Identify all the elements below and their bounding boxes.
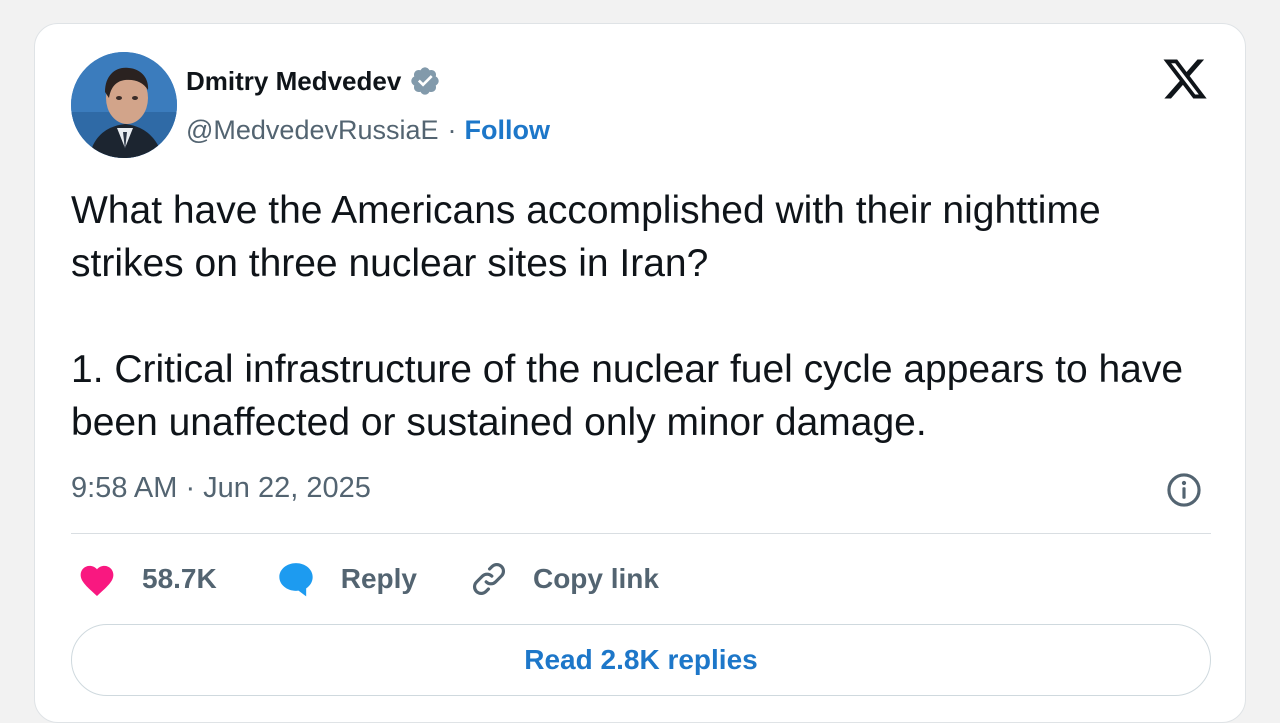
heart-icon	[80, 565, 114, 597]
reply-label: Reply	[340, 563, 417, 594]
author-handle[interactable]: @MedvedevRussiaE	[186, 113, 439, 147]
author-row: Dmitry Medvedev	[186, 65, 441, 97]
tweet-text: What have the Americans accomplished wit…	[71, 184, 1221, 449]
handle-row: @MedvedevRussiaE · Follow	[186, 113, 550, 147]
link-icon	[473, 563, 505, 595]
separator-dot: ·	[447, 115, 457, 145]
tweet-card: Dmitry Medvedev @MedvedevRussiaE · Follo…	[34, 23, 1246, 723]
x-logo-icon[interactable]	[1161, 55, 1209, 103]
like-button[interactable]: 58.7K	[77, 561, 217, 597]
follow-button[interactable]: Follow	[465, 113, 550, 147]
read-replies-button[interactable]: Read 2.8K replies	[71, 624, 1211, 696]
reply-button[interactable]: Reply	[275, 559, 417, 599]
author-name[interactable]: Dmitry Medvedev	[186, 65, 401, 97]
speech-bubble-icon	[279, 563, 313, 597]
verified-badge-icon	[411, 67, 439, 95]
tweet-timestamp[interactable]: 9:58 AM · Jun 22, 2025	[71, 470, 371, 506]
avatar[interactable]	[71, 52, 177, 158]
tweet-paragraph: 1. Critical infrastructure of the nuclea…	[71, 348, 1184, 444]
action-bar: 58.7K Reply Copy link	[77, 558, 659, 600]
copy-link-button[interactable]: Copy link	[469, 559, 659, 599]
copy-link-label: Copy link	[532, 563, 659, 594]
tweet-paragraph: What have the Americans accomplished wit…	[71, 189, 1101, 285]
like-count: 58.7K	[142, 563, 217, 594]
info-icon[interactable]	[1165, 471, 1203, 509]
divider	[71, 533, 1211, 534]
